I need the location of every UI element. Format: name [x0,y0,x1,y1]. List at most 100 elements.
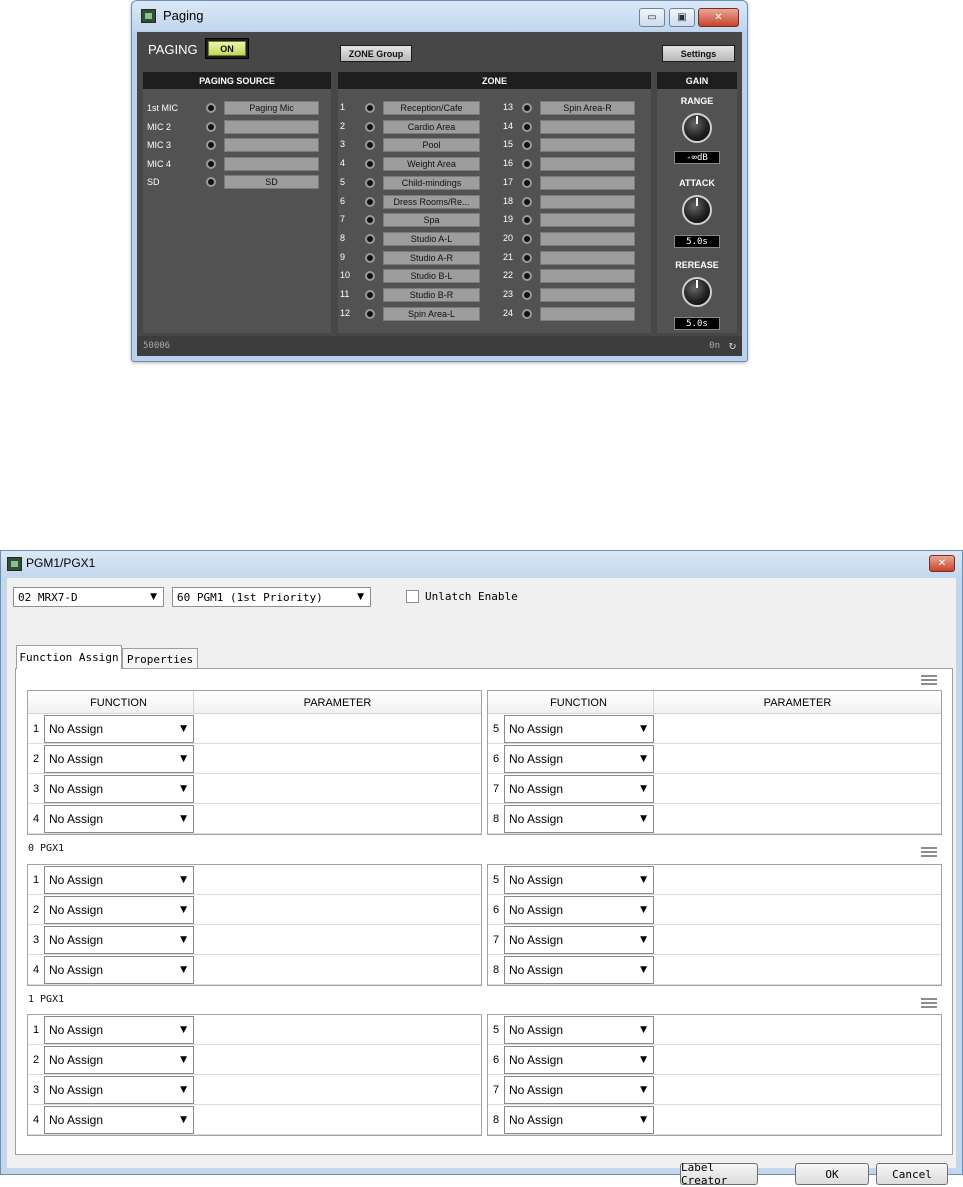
function-select-value: No Assign [509,722,564,736]
function-select[interactable]: No Assign ▼ [44,1016,194,1044]
grid-header: FUNCTION PARAMETER [488,691,941,714]
close-button[interactable]: ✕ [929,555,955,572]
cancel-button[interactable]: Cancel [876,1163,948,1185]
table-row: 5 No Assign ▼ [488,865,941,895]
tab-function-assign[interactable]: Function Assign [16,645,122,669]
function-select-value: No Assign [509,933,564,947]
menu-icon[interactable] [921,675,937,685]
row-number: 5 [492,874,500,886]
zone-name[interactable]: Spa [383,213,480,227]
function-select[interactable]: No Assign ▼ [44,715,194,743]
unlatch-enable-checkbox[interactable] [406,590,419,603]
settings-button[interactable]: Settings [662,45,735,62]
function-select[interactable]: No Assign ▼ [504,926,654,954]
source-name-4[interactable] [224,157,319,171]
zone-name[interactable]: Studio B-L [383,269,480,283]
device-select[interactable]: 02 MRX7-D ▼ [13,587,164,607]
zone-name[interactable] [540,269,635,283]
zone-name[interactable]: Spin Area-L [383,307,480,321]
function-select[interactable]: No Assign ▼ [44,1046,194,1074]
function-select[interactable]: No Assign ▼ [44,775,194,803]
zone-name[interactable] [540,232,635,246]
pgm-select[interactable]: 60 PGM1 (1st Priority) ▼ [172,587,371,607]
function-select-value: No Assign [509,1083,564,1097]
close-button[interactable]: ✕ [698,8,739,27]
function-select[interactable]: No Assign ▼ [504,1106,654,1134]
zone-name[interactable]: Weight Area [383,157,480,171]
zone-name[interactable] [540,307,635,321]
function-select[interactable]: No Assign ▼ [44,1106,194,1134]
assign-grid-left: FUNCTION PARAMETER 1 No Assign ▼ 2 No Assign ▼ 3… [27,690,482,835]
zone-led [522,197,532,207]
release-knob[interactable] [682,277,712,307]
source-led-1 [206,103,216,113]
zone-name[interactable]: Studio B-R [383,288,480,302]
zone-name[interactable]: Studio A-R [383,251,480,265]
function-select[interactable]: No Assign ▼ [504,866,654,894]
zone-name[interactable] [540,176,635,190]
zone-name[interactable]: Reception/Cafe [383,101,480,115]
zone-name[interactable]: Child-mindings [383,176,480,190]
function-select[interactable]: No Assign ▼ [504,1016,654,1044]
pgm-title-bar[interactable]: PGM1/PGX1 ✕ [1,551,962,577]
zone-name[interactable] [540,213,635,227]
source-name-3[interactable] [224,138,319,152]
attack-knob[interactable] [682,195,712,225]
source-name-1[interactable]: Paging Mic [224,101,319,115]
range-knob[interactable] [682,113,712,143]
function-select[interactable]: No Assign ▼ [504,1046,654,1074]
table-row: 1 No Assign ▼ [28,865,481,895]
status-bar: 50006 0n ↻ [137,336,742,356]
zone-name[interactable] [540,138,635,152]
source-label-2: MIC 2 [147,122,172,132]
function-select[interactable]: No Assign ▼ [504,1076,654,1104]
function-select[interactable]: No Assign ▼ [504,896,654,924]
function-select[interactable]: No Assign ▼ [44,866,194,894]
paging-title-bar[interactable]: Paging ▭ ▣ ✕ [132,1,747,31]
zone-name[interactable]: Dress Rooms/Re... [383,195,480,209]
table-row: 5 No Assign ▼ [488,1015,941,1045]
function-select[interactable]: No Assign ▼ [44,805,194,833]
function-select[interactable]: No Assign ▼ [44,896,194,924]
menu-icon[interactable] [921,998,937,1008]
zone-name[interactable] [540,120,635,134]
zone-number: 2 [340,121,346,131]
chevron-down-icon: ▼ [640,1085,647,1095]
zone-name[interactable] [540,195,635,209]
refresh-icon[interactable]: ↻ [729,338,736,352]
function-select[interactable]: No Assign ▼ [504,715,654,743]
function-select[interactable]: No Assign ▼ [504,745,654,773]
zone-name[interactable] [540,288,635,302]
chevron-down-icon: ▼ [180,935,187,945]
tab-properties[interactable]: Properties [122,648,198,669]
maximize-button[interactable]: ▣ [669,8,695,27]
label-creator-button[interactable]: Label Creator [680,1161,758,1187]
unlatch-enable-label: Unlatch Enable [425,590,518,603]
zone-name[interactable]: Studio A-L [383,232,480,246]
zone-name[interactable] [540,251,635,265]
zone-name[interactable]: Cardio Area [383,120,480,134]
minimize-button[interactable]: ▭ [639,8,665,27]
source-name-5[interactable]: SD [224,175,319,189]
function-select[interactable]: No Assign ▼ [44,745,194,773]
paging-on-button[interactable]: ON [205,38,249,59]
pgm-window: PGM1/PGX1 ✕ 02 MRX7-D ▼ 60 PGM1 (1st Pri… [0,550,963,1187]
function-select[interactable]: No Assign ▼ [504,956,654,984]
menu-icon[interactable] [921,847,937,857]
function-select[interactable]: No Assign ▼ [44,956,194,984]
source-label-5: SD [147,177,160,187]
function-select[interactable]: No Assign ▼ [44,1076,194,1104]
zone-number: 21 [503,252,514,262]
table-row: 8 No Assign ▼ [488,955,941,985]
function-select[interactable]: No Assign ▼ [504,805,654,833]
ok-button[interactable]: OK [795,1163,869,1185]
function-select[interactable]: No Assign ▼ [44,926,194,954]
zone-name[interactable]: Spin Area-R [540,101,635,115]
zone-group-button[interactable]: ZONE Group [340,45,412,62]
zone-name[interactable] [540,157,635,171]
zone-led [365,309,375,319]
zone-name[interactable]: Pool [383,138,480,152]
source-name-2[interactable] [224,120,319,134]
function-select[interactable]: No Assign ▼ [504,775,654,803]
function-select-value: No Assign [509,1113,564,1127]
